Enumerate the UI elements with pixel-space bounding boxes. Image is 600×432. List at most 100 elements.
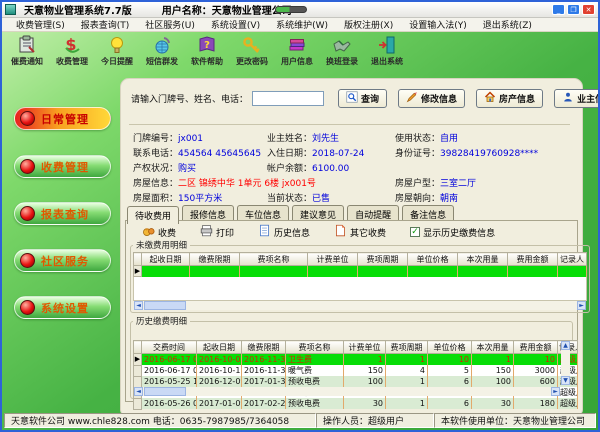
- svg-text:?: ?: [204, 40, 210, 51]
- menu-item-fee-management[interactable]: 收费管理(S): [8, 18, 73, 31]
- scroll-right-icon[interactable]: ►: [577, 301, 586, 310]
- toolbar-button-user-info[interactable]: 用户信息: [274, 35, 320, 67]
- collect-icon: [142, 224, 155, 240]
- pencil-icon: [406, 91, 418, 105]
- owner-info-field: 联系电话：454564 45645645: [133, 146, 267, 159]
- menu-item-system-settings[interactable]: 系统设置(V): [203, 18, 268, 31]
- sidebar-item-community-service[interactable]: 社区服务: [14, 249, 111, 272]
- minimize-button[interactable]: _: [552, 4, 565, 15]
- menu-item-community-service[interactable]: 社区服务(U): [137, 18, 203, 31]
- table-cell: 1: [472, 354, 514, 366]
- toolbar-button-exit-system[interactable]: 退出系统: [364, 35, 410, 67]
- table-cell: 100: [344, 376, 386, 387]
- column-header: 计费单位: [344, 341, 386, 354]
- toolbar-button-software-help[interactable]: ?软件帮助: [184, 35, 230, 67]
- property-info-button[interactable]: 房产信息: [476, 89, 543, 108]
- sidebar-item-report-query[interactable]: 报表查询: [14, 202, 111, 225]
- print-button[interactable]: 打印: [200, 224, 234, 240]
- column-header: 记录人: [558, 253, 587, 266]
- toolbar-button-sms-broadcast[interactable]: 短信群发: [139, 35, 185, 67]
- menu-item-copyright-register[interactable]: 版权注册(X): [336, 18, 401, 31]
- key-icon: [229, 35, 275, 55]
- red-sphere-icon: [20, 159, 35, 174]
- owner-info-field: 房屋信息：二区 锦绣中华 1单元 6楼 jx001号: [133, 176, 395, 189]
- toolbar-button-shift-login[interactable]: 换班登录: [319, 35, 365, 67]
- collect-fee-button[interactable]: 收费: [142, 224, 176, 240]
- table-cell: 6: [428, 376, 472, 387]
- history-vertical-scrollbar[interactable]: ▲ ▼: [561, 341, 570, 385]
- menu-item-system-maintenance[interactable]: 系统维护(W): [268, 18, 336, 31]
- table-cell: 30: [472, 398, 514, 409]
- owner-info-field: 帐户余额：6100.00: [267, 161, 395, 174]
- sidebar-item-system-settings[interactable]: 系统设置: [14, 296, 111, 319]
- table-cell: 10: [514, 354, 558, 366]
- table-cell: 100: [472, 376, 514, 387]
- menu-item-input-method[interactable]: 设置输入法(Y): [401, 18, 475, 31]
- fee-toolbar: 收费 打印 历史信息 其它收费 ✓显示历史缴费信息: [142, 224, 495, 240]
- scroll-left-icon[interactable]: ◄: [134, 387, 143, 396]
- unpaid-horizontal-scrollbar[interactable]: ◄ ►: [134, 301, 586, 310]
- owner-info-field: 身份证号：39828419760928****: [395, 146, 575, 159]
- table-cell: 2016-11-30: [242, 354, 286, 366]
- table-row[interactable]: ▶2016-06-17 09:142016-10-062016-11-30卫生费…: [134, 354, 578, 366]
- close-button[interactable]: ✕: [582, 4, 595, 15]
- table-cell: 5: [428, 365, 472, 376]
- owner-info-field: 房屋朝向：朝南: [395, 191, 575, 204]
- tab-pending-fees[interactable]: 待收费用: [127, 206, 179, 224]
- red-sphere-icon: [20, 253, 35, 268]
- column-header: 费项名称: [240, 253, 308, 266]
- toolbar-button-change-password[interactable]: 更改密码: [229, 35, 275, 67]
- modify-info-button[interactable]: 修改信息: [398, 89, 465, 108]
- row-marker: ▶: [134, 266, 142, 277]
- column-header: 费项周期: [386, 341, 428, 354]
- unpaid-fees-table: 起收日期缴费限期费项名称计费单位费项周期单位价格本次用量费用金额记录人▶: [133, 252, 587, 277]
- sidebar-item-daily-management[interactable]: 日常管理: [14, 107, 111, 130]
- scroll-down-icon[interactable]: ▼: [561, 376, 570, 385]
- sms-icon: [139, 35, 185, 55]
- column-header: 费项周期: [358, 253, 408, 266]
- tab-panel-pending-fees: 收费打印历史信息其它收费✓显示历史缴费信息 未缴费用明细 起收日期缴费限期费项名…: [125, 220, 578, 402]
- history-horizontal-scrollbar[interactable]: ◄ ►: [134, 387, 560, 396]
- table-cell: [458, 266, 508, 277]
- scroll-left-icon[interactable]: ◄: [134, 301, 143, 310]
- search-input[interactable]: [252, 91, 324, 106]
- table-cell: [558, 266, 587, 277]
- toolbar-button-fee-management[interactable]: $收费管理: [49, 35, 95, 67]
- table-cell: 6: [428, 398, 472, 409]
- title-bar: 天意物业管理系统7.7版 用户名称：天意物业管理公司 _ ❐ ✕: [2, 2, 598, 18]
- table-cell: 2016-05-25 16:56: [142, 376, 197, 387]
- table-cell: [358, 266, 408, 277]
- scroll-up-icon[interactable]: ▲: [561, 341, 570, 350]
- table-cell: 暖气费: [286, 365, 344, 376]
- history-fees-table: 交费时间起收日期缴费限期费项名称计费单位费项周期单位价格本次用量费用金额记录人▶…: [133, 340, 578, 410]
- column-header: 费用金额: [514, 341, 558, 354]
- table-row[interactable]: 2016-05-26 07:462017-01-092017-02-28预收电费…: [134, 398, 578, 409]
- toolbar-button-today-reminder[interactable]: 今日提醒: [94, 35, 140, 67]
- owner-info-button[interactable]: 业主信息: [554, 89, 600, 108]
- scroll-thumb[interactable]: [144, 387, 186, 396]
- table-row[interactable]: 2016-06-17 08:202016-10-172016-11-30暖气费1…: [134, 365, 578, 376]
- table-row[interactable]: ▶: [134, 266, 587, 277]
- menu-item-exit-system[interactable]: 退出系统(Z): [475, 18, 540, 31]
- bulb-icon: [94, 35, 140, 55]
- unpaid-fees-groupbox: 未缴费用明细 起收日期缴费限期费项名称计费单位费项周期单位价格本次用量费用金额记…: [130, 239, 590, 313]
- show-history-checkbox[interactable]: ✓: [410, 227, 420, 237]
- show-history-checkbox-label: 显示历史缴费信息: [423, 226, 495, 239]
- marker-column-header: [134, 253, 142, 266]
- menu-item-report-query[interactable]: 报表查询(T): [73, 18, 138, 31]
- query-button[interactable]: 查询: [338, 89, 387, 108]
- toolbar-button-fee-notice[interactable]: 催费通知: [4, 35, 50, 67]
- table-cell: 2016-10-17: [197, 365, 242, 376]
- table-cell: 2017-02-28: [242, 398, 286, 409]
- table-row[interactable]: 2016-05-25 16:562016-12-092017-01-31预收电费…: [134, 376, 578, 387]
- table-cell: 180: [514, 398, 558, 409]
- restore-button[interactable]: ❐: [567, 4, 580, 15]
- other-fee-button[interactable]: 其它收费: [334, 224, 386, 240]
- table-cell: 预收电费: [286, 376, 344, 387]
- sidebar-item-fee-management[interactable]: 收费管理: [14, 155, 111, 178]
- column-header: 计费单位: [308, 253, 358, 266]
- scroll-right-icon[interactable]: ►: [551, 387, 560, 396]
- unpaid-table-empty-area: [133, 277, 587, 301]
- scroll-thumb[interactable]: [144, 301, 186, 310]
- history-info-button[interactable]: 历史信息: [258, 224, 310, 240]
